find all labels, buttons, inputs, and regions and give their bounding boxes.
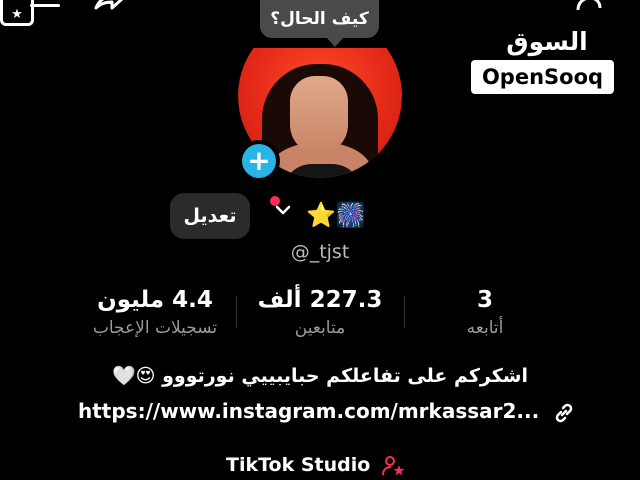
status-bubble[interactable]: كيف الحال؟ (260, 0, 379, 38)
share-icon[interactable] (94, 0, 124, 12)
profile-badges: ⭐🎆 (306, 201, 366, 229)
bio-link-text[interactable]: https://www.instagram.com/mrkassar2... (78, 399, 539, 423)
chevron-down-icon[interactable] (272, 198, 294, 220)
watermark-logo: OpenSooq (471, 60, 614, 94)
tiktok-studio-label: TikTok Studio (226, 454, 371, 476)
followers-count: 227.3 ألف (257, 287, 383, 313)
add-user-icon[interactable] (576, 0, 610, 12)
add-story-button[interactable]: + (238, 140, 280, 182)
edit-profile-button[interactable]: تعديل (170, 193, 250, 239)
following-count: 3 (476, 287, 493, 313)
stat-divider (404, 296, 405, 328)
following-label: أتابعه (466, 318, 504, 338)
menu-icon[interactable] (30, 0, 60, 12)
bookmark-icon[interactable]: ★ (0, 0, 34, 26)
plus-icon: + (242, 144, 276, 178)
studio-icon (381, 455, 405, 475)
likes-count: 4.4 مليون (97, 287, 213, 313)
likes-stat[interactable]: 4.4 مليون تسجيلات الإعجاب (70, 285, 240, 341)
likes-label: تسجيلات الإعجاب (92, 318, 218, 338)
bio-link[interactable]: https://www.instagram.com/mrkassar2... (78, 399, 573, 425)
following-stat[interactable]: 3 أتابعه (440, 285, 530, 341)
bubble-tail (326, 37, 344, 47)
tiktok-studio-link[interactable]: TikTok Studio (226, 454, 426, 477)
bio-text: اشكركم على تفاعلكم حبايبييي نورتووو 😍🤍 (112, 365, 528, 387)
followers-stat[interactable]: 227.3 ألف متابعين (245, 285, 395, 341)
followers-label: متابعين (294, 318, 346, 338)
bookmark-star-icon: ★ (11, 7, 23, 22)
link-icon (555, 403, 573, 422)
username[interactable]: @_tjst (270, 241, 370, 263)
